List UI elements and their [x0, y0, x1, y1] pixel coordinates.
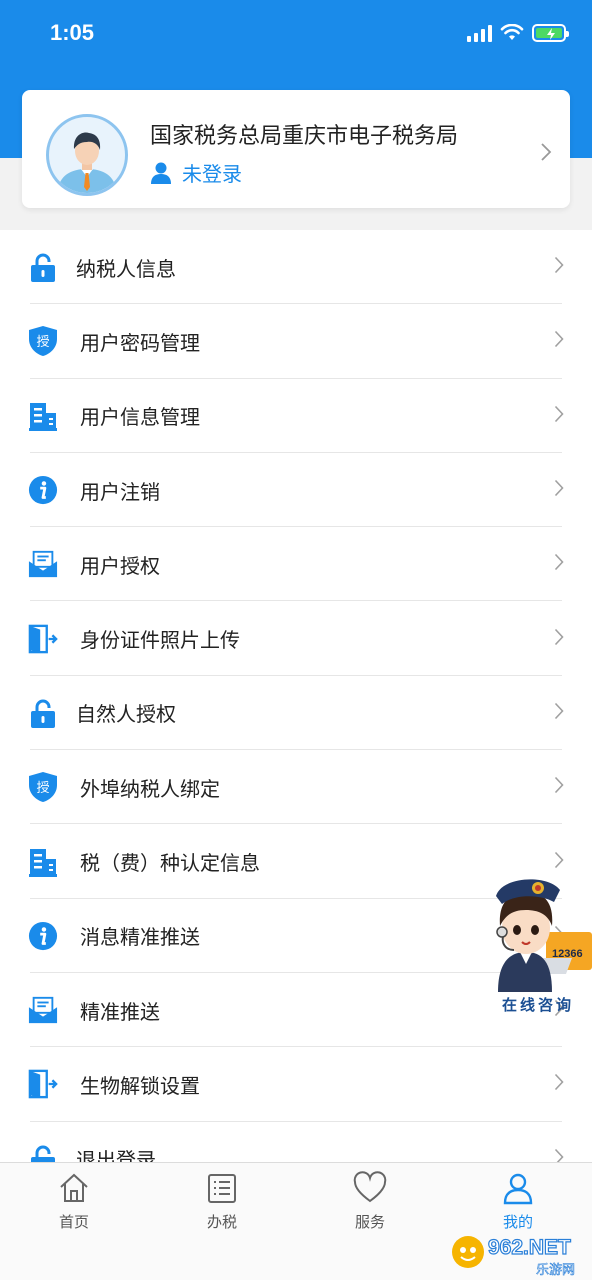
chevron-right-icon — [554, 479, 564, 501]
menu-item[interactable]: 用户授权 — [0, 527, 592, 602]
mail-icon — [28, 548, 58, 580]
menu-item[interactable]: 用户注销 — [0, 453, 592, 528]
chevron-right-icon — [554, 628, 564, 650]
user-icon — [501, 1171, 535, 1205]
status-bar: 1:05 — [0, 0, 592, 72]
lock-icon — [28, 251, 58, 283]
chevron-right-icon — [554, 1073, 564, 1095]
consult-label: 在线咨询 — [502, 996, 575, 1014]
menu-item[interactable]: 纳税人信息 — [0, 230, 592, 305]
menu-item-label: 生物解锁设置 — [80, 1073, 200, 1098]
menu-item-label: 退出登录 — [76, 1148, 156, 1162]
tab-home[interactable]: 首页 — [24, 1171, 124, 1232]
chevron-right-icon — [554, 1148, 564, 1162]
menu-item[interactable]: 用户信息管理 — [0, 379, 592, 454]
user-icon — [151, 162, 171, 184]
watermark-logo: 962.NET 乐游网 — [450, 1232, 590, 1278]
building-icon — [28, 846, 58, 878]
tab-heart[interactable]: 服务 — [320, 1171, 420, 1232]
customer-service-mascot-icon: 12366 — [496, 879, 592, 992]
home-icon — [57, 1171, 91, 1205]
menu-item-label: 自然人授权 — [76, 702, 176, 727]
login-status-label: 未登录 — [182, 162, 242, 186]
watermark-sub: 乐游网 — [536, 1263, 575, 1278]
menu-item-label: 税（费）种认定信息 — [80, 851, 260, 876]
shield-auth-icon: 授 — [28, 771, 58, 803]
chevron-right-icon — [554, 330, 564, 352]
battery-icon — [532, 24, 569, 42]
door-exit-icon — [28, 623, 58, 655]
menu-item[interactable]: 生物解锁设置 — [0, 1047, 592, 1122]
chevron-right-icon — [554, 702, 564, 724]
menu-item-label: 纳税人信息 — [76, 256, 176, 281]
status-time: 1:05 — [50, 20, 95, 45]
org-name: 国家税务总局重庆市电子税务局 — [150, 124, 459, 149]
tab-user[interactable]: 我的 — [468, 1171, 568, 1232]
menu-item-label: 身份证件照片上传 — [80, 628, 240, 653]
menu-item[interactable]: 身份证件照片上传 — [0, 601, 592, 677]
chevron-right-icon — [541, 143, 552, 161]
menu-item[interactable]: 自然人授权 — [0, 676, 592, 751]
chevron-right-icon — [554, 553, 564, 575]
mail-icon — [28, 994, 58, 1026]
heart-icon — [353, 1171, 387, 1205]
lock-icon — [28, 1143, 58, 1162]
menu-item-label: 用户密码管理 — [80, 330, 200, 355]
avatar — [46, 114, 128, 196]
menu-item-label: 精准推送 — [80, 999, 160, 1024]
building-icon — [28, 400, 58, 432]
tab-list[interactable]: 办税 — [172, 1171, 272, 1232]
list-icon — [205, 1171, 239, 1205]
menu-item-label: 用户注销 — [80, 479, 160, 504]
menu-item[interactable]: 授 外埠纳税人绑定 — [0, 750, 592, 825]
watermark-text: 962.NET — [488, 1236, 571, 1259]
info-icon — [28, 474, 58, 506]
tab-label: 我的 — [502, 1213, 533, 1231]
status-icons — [467, 24, 569, 42]
info-icon — [28, 920, 58, 952]
chevron-right-icon — [554, 405, 564, 427]
menu-item[interactable]: 退出登录 — [0, 1122, 592, 1162]
menu-item-label: 用户信息管理 — [80, 405, 200, 430]
door-exit-icon — [28, 1068, 58, 1100]
svg-text:授: 授 — [36, 335, 49, 350]
menu-item-label: 用户授权 — [80, 553, 160, 578]
signal-icon — [467, 24, 492, 42]
svg-text:授: 授 — [36, 781, 49, 796]
login-status[interactable]: 未登录 — [150, 158, 242, 187]
online-consult-button[interactable]: 12366 在线咨询 — [486, 866, 592, 1026]
shield-auth-icon: 授 — [28, 325, 58, 357]
tab-label: 办税 — [206, 1213, 237, 1231]
tab-label: 服务 — [354, 1213, 385, 1231]
chevron-right-icon — [554, 256, 564, 278]
chevron-right-icon — [554, 776, 564, 798]
wifi-icon — [500, 24, 524, 40]
lock-icon — [28, 697, 58, 729]
menu-item-label: 外埠纳税人绑定 — [80, 776, 220, 801]
tab-label: 首页 — [58, 1213, 89, 1231]
menu-item[interactable]: 授 用户密码管理 — [0, 304, 592, 379]
profile-card[interactable]: 国家税务总局重庆市电子税务局 未登录 — [22, 90, 570, 208]
menu-item-label: 消息精准推送 — [80, 925, 200, 950]
